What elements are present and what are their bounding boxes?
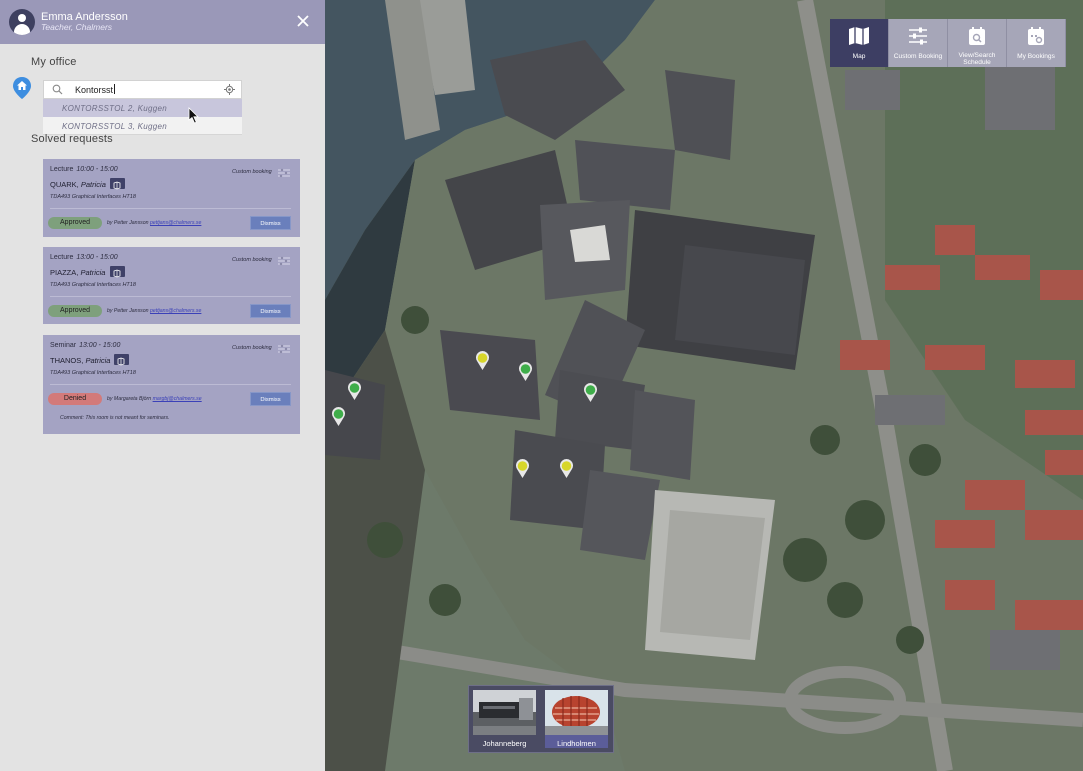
request-last-name: QUARK, [50, 180, 79, 189]
approver-text: by Petter Jansson pettjans@chalmers.se [107, 308, 202, 314]
nav-my-bookings[interactable]: My Bookings [1007, 19, 1066, 67]
request-type: Lecture [50, 166, 74, 173]
request-course: TDA493 Graphical Interfaces HT18 [50, 370, 136, 376]
request-card: Seminar 13:00 - 15:00 THANOS, Patricia TD… [43, 335, 300, 434]
user-avatar-icon[interactable] [9, 9, 35, 35]
room-map-icon[interactable] [114, 354, 129, 366]
approver-email-link[interactable]: pettjans@chalmers.se [150, 308, 201, 314]
map-icon [849, 27, 869, 45]
campus-label: Lindholmen [557, 739, 596, 748]
room-pin-green-icon[interactable] [331, 407, 346, 427]
request-comment: Comment: This room is not meant for semi… [60, 415, 170, 421]
room-pin-yellow-icon[interactable] [559, 459, 574, 479]
status-badge: Denied [48, 393, 102, 405]
campus-photo-lindholmen [545, 690, 608, 735]
room-pin-green-icon[interactable] [347, 381, 362, 401]
sliders-icon [909, 27, 927, 45]
campus-selector: Johanneberg Lindholmen [468, 685, 614, 753]
search-icon [52, 84, 63, 95]
user-role: Teacher, Chalmers [41, 22, 113, 32]
search-input-value[interactable]: Kontorsst [75, 85, 113, 95]
booking-type: Custom booking [232, 169, 272, 175]
request-last-name: PIAZZA, [50, 268, 79, 277]
request-last-name: THANOS, [50, 356, 84, 365]
office-search-input[interactable]: Kontorsst [43, 80, 242, 99]
campus-map[interactable]: Map Custom Booking View/Search Schedule [325, 0, 1083, 771]
custom-booking-icon [278, 168, 290, 178]
nav-map[interactable]: Map [830, 19, 889, 67]
booking-type: Custom booking [232, 345, 272, 351]
calendar-search-icon [969, 27, 985, 45]
status-badge: Approved [48, 305, 102, 317]
room-pin-green-icon[interactable] [518, 362, 533, 382]
nav-label: Custom Booking [893, 53, 943, 60]
custom-booking-icon [278, 256, 290, 266]
solved-requests-title: Solved requests [31, 133, 113, 145]
request-type: Seminar [50, 342, 77, 349]
approver-email-link[interactable]: pettjans@chalmers.se [150, 220, 201, 226]
room-pin-yellow-icon[interactable] [475, 351, 490, 371]
request-first-name: Patricia [80, 180, 106, 189]
nav-label: Map [852, 53, 866, 60]
satellite-map-image [325, 0, 1083, 771]
request-time: 10:00 - 15:00 [76, 166, 118, 173]
dismiss-button[interactable]: Dismiss [250, 304, 291, 318]
nav-label: My Bookings [1017, 53, 1055, 60]
request-course: TDA493 Graphical Interfaces HT18 [50, 282, 136, 288]
request-time: 13:00 - 15:00 [79, 342, 121, 349]
room-map-icon[interactable] [110, 178, 125, 190]
nav-custom-booking[interactable]: Custom Booking [889, 19, 948, 67]
request-card: Lecture 10:00 - 15:00 QUARK, Patricia TDA… [43, 159, 300, 237]
campus-lindholmen[interactable]: Lindholmen [545, 690, 608, 748]
my-office-title: My office [31, 56, 77, 68]
request-first-name: Patricia [80, 268, 106, 277]
request-first-name: Patricia [85, 356, 111, 365]
approver-text: by Margareta Björn margbj@chalmers.se [107, 396, 202, 402]
nav-view-search-schedule[interactable]: View/Search Schedule [948, 19, 1007, 67]
home-pin-icon [12, 76, 32, 105]
campus-photo-johanneberg [473, 690, 536, 735]
request-type: Lecture [50, 254, 74, 261]
custom-booking-icon [278, 344, 290, 354]
nav-label: View/Search Schedule [958, 52, 996, 66]
request-card: Lecture 13:00 - 15:00 PIAZZA, Patricia TD… [43, 247, 300, 324]
request-course: TDA493 Graphical Interfaces HT18 [50, 194, 136, 200]
request-time: 13:00 - 15:00 [76, 254, 118, 261]
approver-email-link[interactable]: margbj@chalmers.se [153, 396, 202, 402]
room-map-icon[interactable] [110, 266, 125, 278]
status-badge: Approved [48, 217, 102, 229]
calendar-settings-icon [1028, 27, 1044, 45]
sidebar: Emma Andersson Teacher, Chalmers My offi… [0, 0, 325, 771]
close-sidebar-button[interactable] [294, 12, 312, 30]
booking-type: Custom booking [232, 257, 272, 263]
campus-johanneberg[interactable]: Johanneberg [473, 690, 536, 748]
dismiss-button[interactable]: Dismiss [250, 216, 291, 230]
top-navigation: Map Custom Booking View/Search Schedule [830, 19, 1066, 67]
campus-label: Johanneberg [482, 739, 527, 748]
close-icon [297, 15, 309, 27]
locate-icon[interactable] [224, 84, 235, 95]
dismiss-button[interactable]: Dismiss [250, 392, 291, 406]
search-suggestion[interactable]: KONTORSSTOL 2, Kuggen [43, 99, 242, 117]
room-pin-yellow-icon[interactable] [515, 459, 530, 479]
room-pin-green-icon[interactable] [583, 383, 598, 403]
mouse-cursor-icon [188, 107, 200, 129]
user-header: Emma Andersson Teacher, Chalmers [0, 0, 325, 44]
approver-text: by Petter Jansson pettjans@chalmers.se [107, 220, 202, 226]
